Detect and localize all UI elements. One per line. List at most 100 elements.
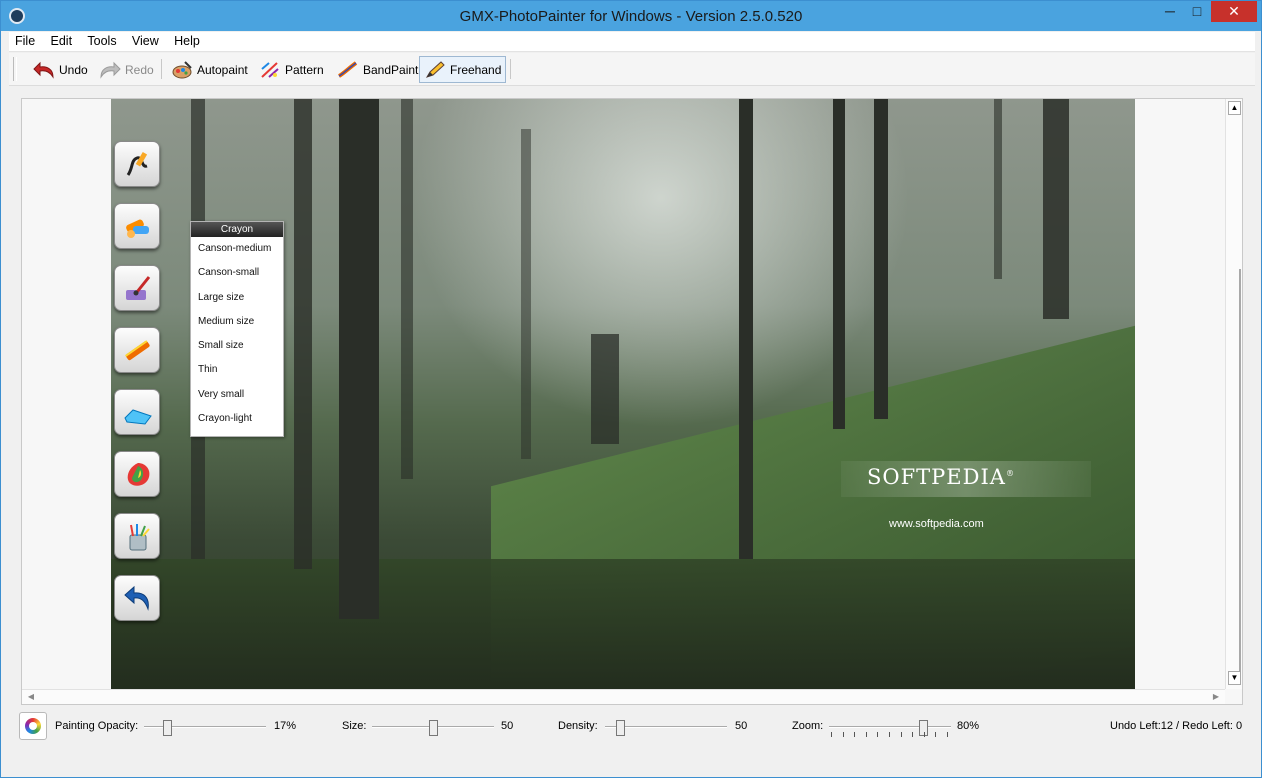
eraser-tool-button[interactable] bbox=[114, 389, 160, 435]
crayon-option-large-size[interactable]: Large size bbox=[191, 286, 283, 310]
color-palette-button[interactable] bbox=[19, 712, 47, 740]
brush-tool-icon bbox=[126, 276, 151, 300]
freehand-tool-icon bbox=[126, 151, 148, 176]
watermark-url: www.softpedia.com bbox=[889, 518, 984, 530]
color-wheel-icon bbox=[25, 718, 41, 734]
painting-opacity-value: 17% bbox=[274, 720, 297, 732]
tree-trunk bbox=[833, 99, 845, 429]
pastel-tool-icon bbox=[125, 340, 150, 361]
canvas-area[interactable]: SOFTPEDIA® www.softpedia.com Crayon Cans… bbox=[21, 98, 1243, 705]
density-knob[interactable] bbox=[616, 720, 626, 736]
crayon-tool-button[interactable] bbox=[114, 203, 160, 249]
toolbar-separator bbox=[161, 59, 162, 79]
redo-icon bbox=[99, 60, 121, 80]
close-button[interactable]: ✕ bbox=[1211, 1, 1257, 22]
zoom-tick bbox=[912, 732, 914, 737]
tree-trunk bbox=[521, 129, 531, 459]
horizontal-scrollbar[interactable]: ◀ ▶ bbox=[22, 689, 1225, 704]
autopaint-button[interactable]: Autopaint bbox=[167, 56, 252, 83]
crayon-tool-icon bbox=[126, 219, 149, 238]
eraser-tool-icon bbox=[124, 409, 152, 425]
crayon-option-crayon-light[interactable]: Crayon-light bbox=[191, 407, 283, 431]
pencils-cup-icon bbox=[129, 524, 150, 551]
zoom-tick bbox=[935, 732, 937, 737]
zoom-ticks bbox=[831, 732, 949, 737]
tree-trunk bbox=[739, 99, 753, 559]
toolbar-separator bbox=[510, 59, 511, 79]
autopaint-icon bbox=[171, 60, 193, 80]
redo-label: Redo bbox=[125, 62, 154, 77]
size-value: 50 bbox=[501, 720, 514, 732]
size-label: Size: bbox=[342, 720, 367, 732]
broken-stump bbox=[591, 334, 619, 444]
bandpaint-label: BandPaint bbox=[363, 62, 419, 77]
crayon-option-small-size[interactable]: Small size bbox=[191, 334, 283, 358]
freehand-button[interactable]: Freehand bbox=[419, 56, 506, 83]
size-slider[interactable] bbox=[372, 720, 494, 736]
crayon-style-menu: Crayon Canson-medium Canson-small Large … bbox=[190, 221, 284, 437]
zoom-tick bbox=[842, 732, 844, 737]
menu-bar: File Edit Tools View Help bbox=[9, 32, 1255, 52]
scroll-right-arrow[interactable]: ▶ bbox=[1210, 691, 1222, 703]
crayon-option-canson-medium[interactable]: Canson-medium bbox=[191, 237, 283, 261]
tree-trunk bbox=[294, 99, 312, 569]
zoom-slider[interactable] bbox=[829, 720, 951, 736]
scroll-left-arrow[interactable]: ◀ bbox=[25, 691, 37, 703]
crayon-option-canson-small[interactable]: Canson-small bbox=[191, 261, 283, 285]
forest-photo[interactable]: SOFTPEDIA® www.softpedia.com Crayon Cans… bbox=[111, 99, 1135, 689]
freehand-label: Freehand bbox=[450, 62, 502, 77]
painting-opacity-knob[interactable] bbox=[163, 720, 173, 736]
density-slider[interactable] bbox=[605, 720, 727, 736]
undo-button[interactable]: Undo bbox=[29, 56, 92, 83]
brush-tool-button[interactable] bbox=[114, 265, 160, 311]
vertical-scrollbar[interactable]: ▲ ▼ bbox=[1225, 99, 1242, 689]
crayon-menu-header: Crayon bbox=[191, 222, 283, 237]
bandpaint-button[interactable]: BandPaint bbox=[333, 56, 422, 83]
density-label: Density: bbox=[558, 720, 598, 732]
palette-tool-icon bbox=[127, 463, 150, 486]
menu-view[interactable]: View bbox=[126, 32, 165, 50]
pattern-button[interactable]: Pattern bbox=[255, 56, 328, 83]
size-knob[interactable] bbox=[428, 720, 438, 736]
undo-side-button[interactable] bbox=[114, 575, 160, 621]
tree-trunk bbox=[339, 99, 379, 619]
zoom-tick bbox=[889, 732, 890, 737]
minimize-button[interactable]: ─ bbox=[1156, 1, 1184, 22]
zoom-tick bbox=[923, 732, 925, 737]
watermark-logo: SOFTPEDIA® bbox=[867, 465, 1015, 489]
forest-floor bbox=[111, 559, 1135, 689]
undo-label: Undo bbox=[59, 62, 88, 77]
title-bar[interactable]: GMX-PhotoPainter for Windows - Version 2… bbox=[1, 1, 1261, 31]
pastel-tool-button[interactable] bbox=[114, 327, 160, 373]
menu-help[interactable]: Help bbox=[168, 32, 206, 50]
zoom-tick bbox=[854, 732, 856, 737]
maximize-button[interactable]: □ bbox=[1183, 1, 1211, 22]
scroll-up-arrow[interactable]: ▲ bbox=[1228, 101, 1241, 115]
toolbar-grip[interactable] bbox=[13, 57, 17, 81]
scroll-down-arrow[interactable]: ▼ bbox=[1228, 671, 1241, 685]
toolbar: Undo Redo Autopaint Pattern BandPaint Fr… bbox=[9, 53, 1255, 86]
crayon-option-medium-size[interactable]: Medium size bbox=[191, 310, 283, 334]
crayon-option-very-small[interactable]: Very small bbox=[191, 383, 283, 407]
painting-opacity-slider[interactable] bbox=[144, 720, 266, 736]
window-title: GMX-PhotoPainter for Windows - Version 2… bbox=[459, 8, 803, 25]
pencils-cup-button[interactable] bbox=[114, 513, 160, 559]
painting-opacity-label: Painting Opacity: bbox=[55, 720, 139, 732]
redo-button[interactable]: Redo bbox=[95, 56, 158, 83]
menu-file[interactable]: File bbox=[9, 32, 41, 50]
pattern-label: Pattern bbox=[285, 62, 324, 77]
scroll-thumb[interactable] bbox=[1239, 269, 1241, 679]
undo-arrow-icon bbox=[124, 585, 149, 611]
status-bar: Painting Opacity: 17% Size: 50 Density: … bbox=[9, 709, 1255, 745]
zoom-tick bbox=[877, 732, 879, 737]
crayon-option-thin[interactable]: Thin bbox=[191, 358, 283, 382]
autopaint-label: Autopaint bbox=[197, 62, 248, 77]
menu-tools[interactable]: Tools bbox=[81, 32, 122, 50]
undo-redo-counter: Undo Left:12 / Redo Left: 0 bbox=[1110, 720, 1243, 732]
zoom-tick bbox=[900, 732, 902, 737]
menu-edit[interactable]: Edit bbox=[45, 32, 79, 50]
freehand-tool-button[interactable] bbox=[114, 141, 160, 187]
zoom-tick bbox=[865, 732, 867, 737]
palette-tool-button[interactable] bbox=[114, 451, 160, 497]
zoom-value: 80% bbox=[957, 720, 980, 732]
